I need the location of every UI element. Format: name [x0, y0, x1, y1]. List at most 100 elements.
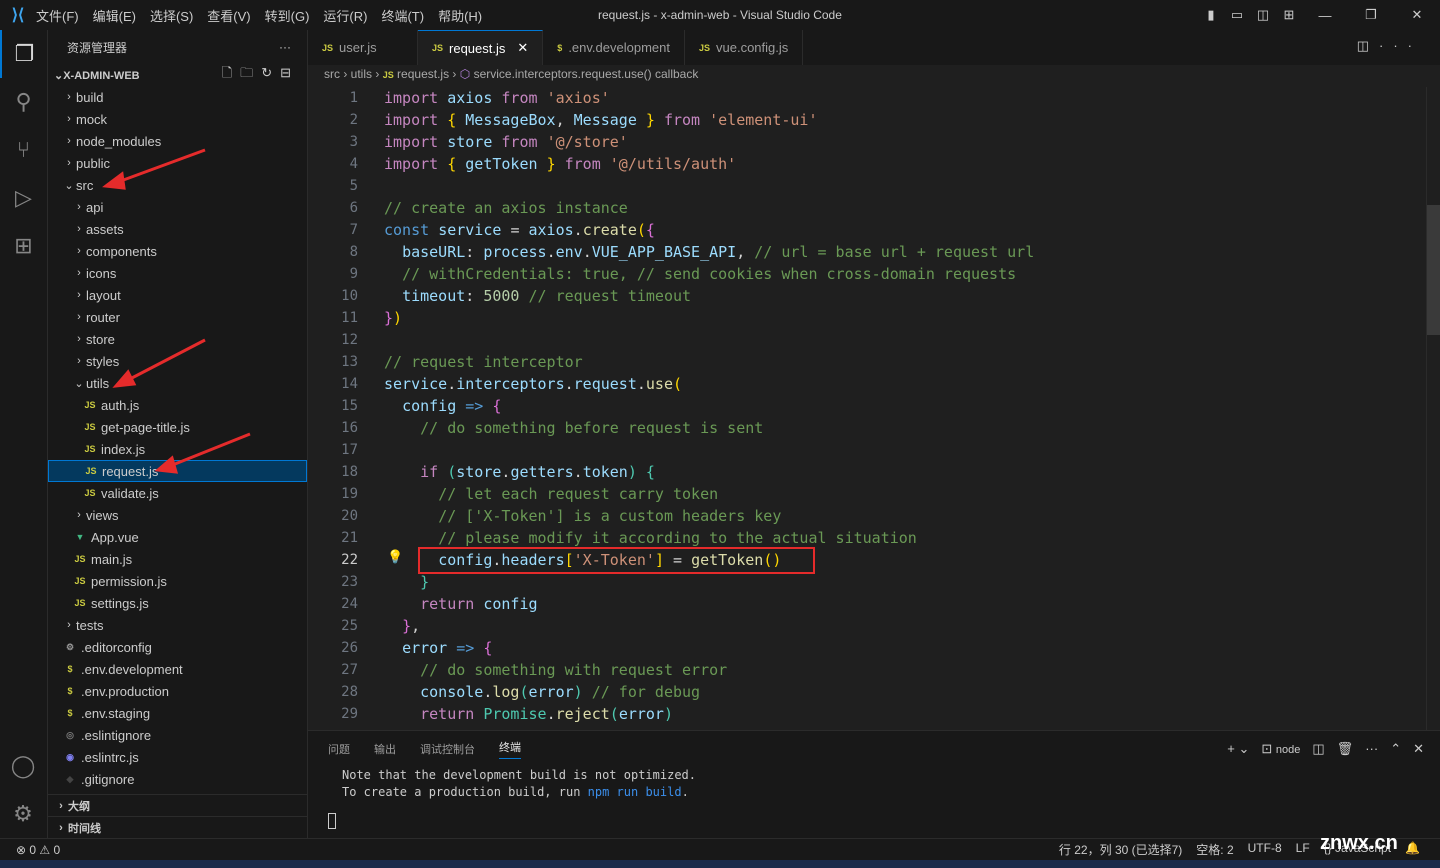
editor-scrollbar[interactable] — [1426, 87, 1440, 730]
terminal-output[interactable]: Note that the development build is not o… — [308, 767, 1440, 829]
tree-item-gitignore[interactable]: ◆ .gitignore — [48, 768, 307, 790]
explorer-icon[interactable]: ❐ — [0, 30, 47, 78]
menu-item[interactable]: 选择(S) — [150, 9, 193, 24]
tree-item-editorconfig[interactable]: ⚙ .editorconfig — [48, 636, 307, 658]
line-number: 15 — [341, 398, 358, 414]
toggle-sidebar-icon[interactable]: ▮ — [1198, 7, 1224, 23]
tree-item-request-js[interactable]: JS request.js — [48, 460, 307, 482]
tree-item-main-js[interactable]: JS main.js — [48, 548, 307, 570]
tree-item-mock[interactable]: › mock — [48, 108, 307, 130]
tree-item-permission-js[interactable]: JS permission.js — [48, 570, 307, 592]
breadcrumb-utils[interactable]: utils — [351, 67, 372, 81]
tree-item-env-staging[interactable]: $ .env.staging — [48, 702, 307, 724]
tree-item-router[interactable]: › router — [48, 306, 307, 328]
tree-item-settings-js[interactable]: JS settings.js — [48, 592, 307, 614]
close-window-button[interactable]: ✕ — [1394, 7, 1440, 23]
timeline-section[interactable]: › 时间线 — [48, 816, 308, 838]
menu-item[interactable]: 帮助(H) — [438, 9, 482, 24]
close-panel-icon[interactable]: ✕ — [1413, 741, 1424, 757]
split-editor-icon[interactable]: ◫ — [1357, 38, 1379, 53]
tree-item-styles[interactable]: › styles — [48, 350, 307, 372]
project-header[interactable]: ⌄X-ADMIN-WEB 🗋🗀↻⊟ — [48, 64, 307, 86]
menu-item[interactable]: 转到(G) — [265, 9, 310, 24]
breadcrumb-file[interactable]: request.js — [397, 67, 449, 81]
tree-item-views[interactable]: › views — [48, 504, 307, 526]
kill-terminal-icon[interactable]: 🗑 — [1337, 741, 1354, 757]
panel-more-icon[interactable]: ··· — [1365, 741, 1378, 757]
restore-button[interactable]: ❐ — [1348, 7, 1394, 23]
tree-item-eslintrc-js[interactable]: ◉ .eslintrc.js — [48, 746, 307, 768]
settings-gear-icon[interactable]: ⚙ — [0, 790, 46, 838]
panel-tab[interactable]: 终端 — [499, 739, 521, 759]
code-token: console — [420, 683, 484, 701]
extensions-icon[interactable]: ⊞ — [0, 222, 47, 270]
source-control-icon[interactable]: ⑂ — [0, 126, 47, 174]
tree-item-assets[interactable]: › assets — [48, 218, 307, 240]
toggle-secondary-sidebar-icon[interactable]: ◫ — [1250, 7, 1276, 23]
run-debug-icon[interactable]: ▷ — [0, 174, 47, 222]
tree-item-App-vue[interactable]: ▼ App.vue — [48, 526, 307, 548]
problems-status[interactable]: ⊗ 0 ⚠ 0 — [16, 843, 60, 857]
tree-item-store[interactable]: › store — [48, 328, 307, 350]
terminal-shell-icon[interactable]: ⊡ node — [1261, 741, 1300, 757]
code-line: 13 // request interceptor — [308, 351, 1426, 373]
lightbulb-icon[interactable]: 💡 — [387, 549, 403, 565]
tree-item-env-development[interactable]: $ .env.development — [48, 658, 307, 680]
tree-item-validate-js[interactable]: JS validate.js — [48, 482, 307, 504]
new-folder-icon[interactable]: 🗀 — [240, 65, 261, 80]
tree-item-build[interactable]: › build — [48, 86, 307, 108]
customize-layout-icon[interactable]: ⊞ — [1276, 7, 1302, 23]
tree-item-index-js[interactable]: JS index.js — [48, 438, 307, 460]
panel-tab[interactable]: 输出 — [374, 741, 396, 757]
breadcrumb-symbol[interactable]: service.interceptors.request.use() callb… — [474, 67, 699, 81]
tree-item-node-modules[interactable]: › node_modules — [48, 130, 307, 152]
editor-more-icon[interactable]: ··· — [1379, 38, 1422, 53]
tree-item-layout[interactable]: › layout — [48, 284, 307, 306]
search-icon[interactable]: ⚲ — [0, 78, 47, 126]
tab-user-js[interactable]: JS user.js — [308, 30, 418, 65]
tree-item-auth-js[interactable]: JS auth.js — [48, 394, 307, 416]
panel-tab[interactable]: 问题 — [328, 741, 350, 757]
encoding[interactable]: UTF-8 — [1248, 841, 1282, 858]
minimize-button[interactable]: — — [1302, 8, 1348, 23]
tree-item-get-page-title-js[interactable]: JS get-page-title.js — [48, 416, 307, 438]
account-icon[interactable]: ◯ — [0, 742, 46, 790]
new-file-icon[interactable]: 🗋 — [222, 65, 240, 80]
tree-item-icons[interactable]: › icons — [48, 262, 307, 284]
code-token: 'element-ui' — [709, 111, 818, 129]
code-editor[interactable]: 1 import axios from 'axios' 2 import { Mess… — [308, 87, 1426, 730]
tree-item-api[interactable]: › api — [48, 196, 307, 218]
menu-item[interactable]: 文件(F) — [36, 9, 79, 24]
tab-request-js[interactable]: JS request.js ✕ — [418, 30, 544, 65]
new-terminal-icon[interactable]: + ⌄ — [1227, 741, 1249, 757]
menu-item[interactable]: 运行(R) — [323, 9, 367, 24]
line-number: 26 — [341, 640, 358, 656]
refresh-icon[interactable]: ↻ — [261, 65, 280, 80]
tree-item-tests[interactable]: › tests — [48, 614, 307, 636]
tab-env-development[interactable]: $ .env.development — [543, 30, 685, 65]
tree-item-eslintignore[interactable]: ◎ .eslintignore — [48, 724, 307, 746]
end-of-line[interactable]: LF — [1296, 841, 1310, 858]
tree-item-utils[interactable]: ⌄ utils — [48, 372, 307, 394]
outline-section[interactable]: › 大纲 — [48, 794, 308, 816]
more-actions-button[interactable]: ··· — [279, 40, 291, 54]
indentation[interactable]: 空格: 2 — [1196, 841, 1233, 858]
tree-item-public[interactable]: › public — [48, 152, 307, 174]
collapse-all-icon[interactable]: ⊟ — [280, 65, 299, 80]
menu-item[interactable]: 编辑(E) — [93, 9, 136, 24]
tree-item-env-production[interactable]: $ .env.production — [48, 680, 307, 702]
maximize-panel-icon[interactable]: ⌃ — [1390, 741, 1401, 757]
tab-vue-config-js[interactable]: JS vue.config.js — [685, 30, 804, 65]
menu-item[interactable]: 终端(T) — [381, 9, 424, 24]
cursor-position[interactable]: 行 22，列 30 (已选择7) — [1059, 841, 1182, 858]
tree-item-src[interactable]: ⌄ src — [48, 174, 307, 196]
menu-bar: 文件(F) 编辑(E) 选择(S) 查看(V) 转到(G) 运行(R) 终端(T) 帮助(H) — [36, 6, 496, 25]
toggle-panel-icon[interactable]: ▭ — [1224, 7, 1250, 23]
breadcrumb-src[interactable]: src — [324, 67, 340, 81]
split-terminal-icon[interactable]: ◫ — [1312, 741, 1324, 757]
close-tab-icon[interactable]: ✕ — [517, 40, 528, 56]
menu-item[interactable]: 查看(V) — [207, 9, 250, 24]
notifications-icon[interactable]: 🔔 — [1405, 841, 1420, 858]
panel-tab[interactable]: 调试控制台 — [420, 741, 475, 757]
tree-item-components[interactable]: › components — [48, 240, 307, 262]
